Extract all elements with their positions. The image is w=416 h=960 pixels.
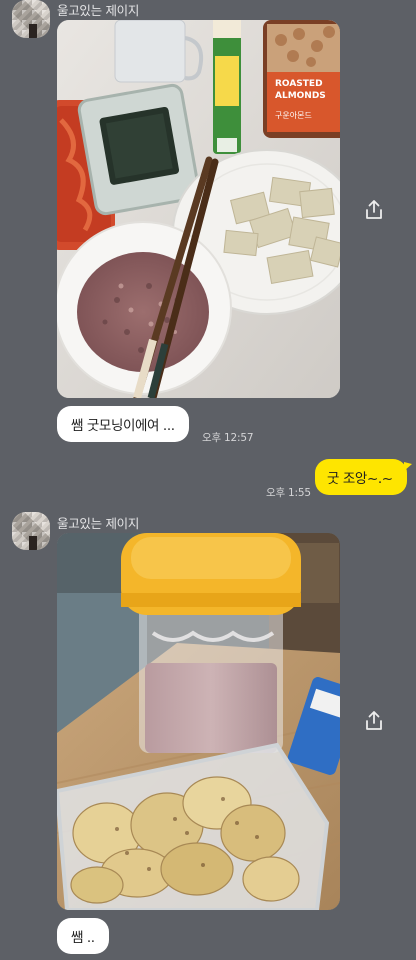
svg-text:ROASTED: ROASTED bbox=[275, 79, 323, 89]
svg-text:ALMONDS: ALMONDS bbox=[275, 91, 326, 101]
bubble-tail bbox=[404, 462, 412, 471]
message-text: 굿 조앙~.~ bbox=[327, 471, 393, 487]
sender-name: 울고있는 제이지 bbox=[57, 3, 140, 18]
sender-name: 울고있는 제이지 bbox=[57, 516, 140, 531]
message-time: 오후 1:55 bbox=[266, 487, 311, 499]
svg-text:구운아몬드: 구운아몬드 bbox=[275, 110, 312, 120]
avatar[interactable] bbox=[12, 512, 50, 550]
breakfast-photo[interactable]: ROASTED ALMONDS 구운아몬드 bbox=[57, 20, 340, 398]
message-text: 쌤 굿모닝이에여 ... bbox=[71, 418, 175, 434]
protein-shake-photo-art bbox=[57, 533, 340, 910]
avatar[interactable] bbox=[12, 0, 50, 38]
outgoing-message-bubble[interactable]: 굿 조앙~.~ bbox=[315, 459, 407, 495]
message-text: 쌤 .. bbox=[71, 930, 95, 946]
share-icon[interactable] bbox=[364, 199, 384, 221]
breakfast-photo-art: ROASTED ALMONDS 구운아몬드 bbox=[57, 20, 340, 398]
share-icon[interactable] bbox=[364, 710, 384, 732]
message-bubble[interactable]: 쌤 .. bbox=[57, 918, 109, 954]
message-bubble[interactable]: 쌤 굿모닝이에여 ... bbox=[57, 406, 189, 442]
protein-shake-photo[interactable] bbox=[57, 533, 340, 910]
message-time: 오후 12:57 bbox=[202, 432, 254, 444]
